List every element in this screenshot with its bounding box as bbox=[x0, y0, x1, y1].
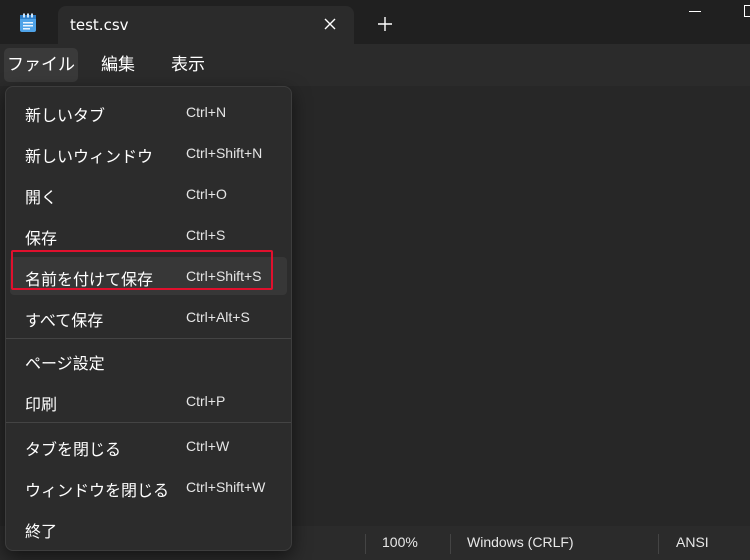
menu-separator bbox=[6, 338, 291, 339]
tab-test-csv[interactable]: test.csv bbox=[58, 6, 354, 44]
close-icon[interactable] bbox=[320, 14, 340, 34]
status-separator bbox=[365, 534, 366, 554]
title-bar: test.csv bbox=[0, 0, 750, 44]
status-separator bbox=[450, 534, 451, 554]
menu-item-label: 新しいタブ bbox=[25, 106, 106, 125]
highlight-annotation bbox=[11, 250, 273, 290]
minimize-icon[interactable] bbox=[689, 11, 701, 12]
tab-title: test.csv bbox=[70, 16, 129, 34]
menu-item-page-setup[interactable]: ページ設定 bbox=[10, 341, 287, 379]
file-menu-dropdown: 新しいタブ Ctrl+N 新しいウィンドウ Ctrl+Shift+N 開く Ct… bbox=[5, 86, 292, 551]
zoom-level: 100% bbox=[382, 534, 418, 550]
encoding: ANSI bbox=[676, 534, 709, 550]
menu-item-label: タブを閉じる bbox=[25, 440, 122, 459]
menu-item-close-window[interactable]: ウィンドウを閉じる Ctrl+Shift+W bbox=[10, 468, 287, 506]
menu-item-label: 終了 bbox=[25, 522, 58, 541]
menu-file[interactable]: ファイル bbox=[4, 48, 78, 82]
menu-separator bbox=[6, 422, 291, 423]
menu-item-shortcut: Ctrl+S bbox=[186, 227, 226, 243]
menu-item-shortcut: Ctrl+N bbox=[186, 104, 227, 120]
menu-item-new-tab[interactable]: 新しいタブ Ctrl+N bbox=[10, 93, 287, 131]
menu-item-close-tab[interactable]: タブを閉じる Ctrl+W bbox=[10, 427, 287, 465]
menu-view[interactable]: 表示 bbox=[160, 48, 216, 82]
menu-item-label: 保存 bbox=[25, 229, 58, 248]
status-separator bbox=[658, 534, 659, 554]
menu-item-exit[interactable]: 終了 bbox=[10, 509, 287, 547]
menu-item-shortcut: Ctrl+P bbox=[186, 393, 226, 409]
menu-item-label: すべて保存 bbox=[25, 311, 104, 330]
menu-bar: ファイル 編集 表示 bbox=[0, 44, 750, 86]
menu-item-shortcut: Ctrl+W bbox=[186, 438, 230, 454]
menu-item-label: 開く bbox=[25, 188, 58, 207]
maximize-icon[interactable] bbox=[744, 5, 750, 17]
menu-item-save[interactable]: 保存 Ctrl+S bbox=[10, 216, 287, 254]
menu-item-shortcut: Ctrl+Shift+W bbox=[186, 479, 266, 495]
menu-item-label: 新しいウィンドウ bbox=[25, 147, 154, 166]
menu-item-label: ページ設定 bbox=[25, 354, 105, 373]
menu-item-shortcut: Ctrl+Shift+N bbox=[186, 145, 263, 161]
menu-item-open[interactable]: 開く Ctrl+O bbox=[10, 175, 287, 213]
menu-item-label: ウィンドウを閉じる bbox=[25, 481, 170, 500]
menu-item-label: 印刷 bbox=[25, 395, 58, 414]
menu-item-save-all[interactable]: すべて保存 Ctrl+Alt+S bbox=[10, 298, 287, 336]
line-ending: Windows (CRLF) bbox=[467, 534, 574, 550]
menu-item-shortcut: Ctrl+O bbox=[186, 186, 227, 202]
menu-edit[interactable]: 編集 bbox=[88, 48, 148, 82]
plus-icon[interactable] bbox=[376, 15, 394, 33]
menu-item-shortcut: Ctrl+Alt+S bbox=[186, 309, 250, 325]
menu-item-print[interactable]: 印刷 Ctrl+P bbox=[10, 382, 287, 420]
menu-item-new-window[interactable]: 新しいウィンドウ Ctrl+Shift+N bbox=[10, 134, 287, 172]
notepad-icon bbox=[19, 13, 37, 33]
